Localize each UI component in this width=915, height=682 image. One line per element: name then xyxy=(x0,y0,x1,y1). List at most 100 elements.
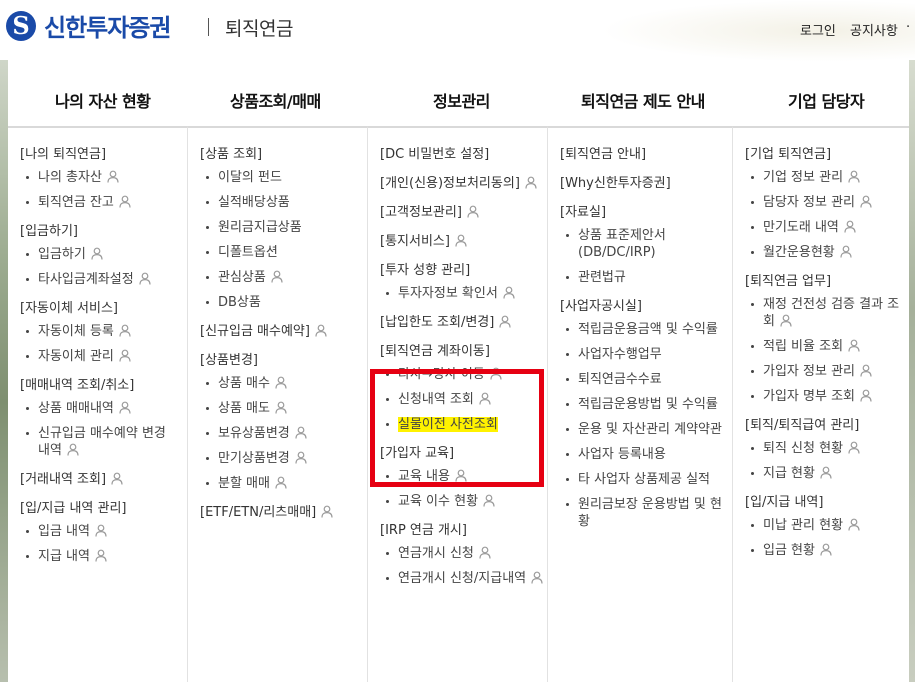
bullet-icon xyxy=(751,524,754,527)
menu-item[interactable]: 원리금지급상품 xyxy=(200,219,361,236)
menu-item[interactable]: 적립 비율 조회 xyxy=(745,338,903,355)
menu-item[interactable]: 담당자 정보 관리 xyxy=(745,194,903,211)
menu-item[interactable]: 입금 현황 xyxy=(745,542,903,559)
menu-item[interactable]: 재정 건전성 검증 결과 조회 xyxy=(745,296,903,330)
menu-section-title[interactable]: [투자 성향 관리] xyxy=(380,262,541,279)
menu-item[interactable]: 만기도래 내역 xyxy=(745,219,903,236)
menu-item[interactable]: 자동이체 등록 xyxy=(20,323,181,340)
bullet-icon xyxy=(26,330,29,333)
menu-section-title[interactable]: [고객정보관리] xyxy=(380,204,541,221)
menu-item[interactable]: 실적배당상품 xyxy=(200,194,361,211)
menu-section-title[interactable]: [IRP 연금 개시] xyxy=(380,522,541,539)
menu-item[interactable]: 보유상품변경 xyxy=(200,425,361,442)
menu-section-title[interactable]: [개인(신용)정보처리동의] xyxy=(380,175,541,192)
menu-item[interactable]: 적립금운용금액 및 수익률 xyxy=(560,321,726,338)
menu-section-title[interactable]: [입/지급 내역] xyxy=(745,494,903,511)
menu-item[interactable]: 만기상품변경 xyxy=(200,450,361,467)
menu-item[interactable]: 상품 매도 xyxy=(200,400,361,417)
menu-item[interactable]: 사업자수행업무 xyxy=(560,346,726,363)
menu-section-title[interactable]: [신규입금 매수예약] xyxy=(200,323,361,340)
menu-item[interactable]: 상품 매매내역 xyxy=(20,400,181,417)
menu-section-title[interactable]: [통지서비스] xyxy=(380,233,541,250)
menu-item[interactable]: 연금개시 신청 xyxy=(380,545,541,562)
menu-item[interactable]: 기업 정보 관리 xyxy=(745,169,903,186)
menu-item[interactable]: 퇴직연금수수료 xyxy=(560,371,726,388)
menu-section-title[interactable]: [상품변경] xyxy=(200,352,361,369)
gnb-products[interactable]: 상품조회/매매 xyxy=(230,88,321,112)
menu-section-title[interactable]: [Why신한투자증권] xyxy=(560,175,726,192)
person-icon xyxy=(119,195,131,208)
menu-section-title[interactable]: [기업 퇴직연금] xyxy=(745,146,903,163)
menu-item[interactable]: 타 사업자 상품제공 실적 xyxy=(560,471,726,488)
more-link[interactable]: · xyxy=(906,20,910,35)
main-navigation: 나의 자산 현황 상품조회/매매 정보관리 퇴직연금 제도 안내 기업 담당자 xyxy=(8,62,909,126)
menu-item[interactable]: 분할 매매 xyxy=(200,475,361,492)
menu-item-label: 나의 총자산 xyxy=(38,170,102,185)
login-link[interactable]: 로그인 xyxy=(800,20,836,39)
menu-section-title[interactable]: [퇴직연금 계좌이동] xyxy=(380,343,541,360)
menu-section-title[interactable]: [납입한도 조회/변경] xyxy=(380,314,541,331)
person-icon xyxy=(820,543,832,556)
menu-item-label: 적립 비율 조회 xyxy=(763,339,844,354)
menu-item-label: 지급 현황 xyxy=(763,466,815,481)
menu-section-title[interactable]: [입/지급 내역 관리] xyxy=(20,500,181,517)
menu-section-title[interactable]: [매매내역 조회/취소] xyxy=(20,377,181,394)
menu-section-title[interactable]: [사업자공시실] xyxy=(560,298,726,315)
menu-item[interactable]: 자동이체 관리 xyxy=(20,348,181,365)
menu-section-title[interactable]: [입금하기] xyxy=(20,223,181,240)
gnb-info-management[interactable]: 정보관리 xyxy=(433,88,490,112)
menu-item[interactable]: DB상품 xyxy=(200,294,361,311)
menu-section-title[interactable]: [상품 조회] xyxy=(200,146,361,163)
menu-item[interactable]: 사업자 등록내용 xyxy=(560,446,726,463)
section-title-text: [퇴직연금 계좌이동] xyxy=(380,344,490,359)
person-icon xyxy=(275,376,287,389)
menu-section-title[interactable]: [퇴직연금 안내] xyxy=(560,146,726,163)
menu-section-title[interactable]: [자동이체 서비스] xyxy=(20,300,181,317)
gnb-my-assets[interactable]: 나의 자산 현황 xyxy=(55,88,151,112)
section-title-text: [기업 퇴직연금] xyxy=(745,147,832,162)
menu-item[interactable]: 가입자 명부 조회 xyxy=(745,388,903,405)
menu-item[interactable]: 원리금보장 운용방법 및 현황 xyxy=(560,496,726,530)
menu-section-title[interactable]: [나의 퇴직연금] xyxy=(20,146,181,163)
menu-item[interactable]: 타사입금계좌설정 xyxy=(20,271,181,288)
menu-section-title[interactable]: [퇴직/퇴직급여 관리] xyxy=(745,417,903,434)
menu-item[interactable]: 나의 총자산 xyxy=(20,169,181,186)
menu-item[interactable]: 연금개시 신청/지급내역 xyxy=(380,570,543,587)
menu-item[interactable]: 입금하기 xyxy=(20,246,181,263)
menu-item[interactable]: 지급 현황 xyxy=(745,465,903,482)
menu-item[interactable]: 입금 내역 xyxy=(20,523,181,540)
menu-item[interactable]: 상품 표준제안서 (DB/DC/IRP) xyxy=(560,227,726,261)
menu-item[interactable]: 가입자 정보 관리 xyxy=(745,363,903,380)
person-icon xyxy=(499,315,511,328)
notice-link[interactable]: 공지사항 xyxy=(850,20,898,39)
menu-item[interactable]: 월간운용현황 xyxy=(745,244,903,261)
person-icon xyxy=(848,441,860,454)
service-title[interactable]: 퇴직연금 xyxy=(225,14,293,41)
menu-item[interactable]: 미납 관리 현황 xyxy=(745,517,903,534)
menu-section-title[interactable]: [DC 비밀번호 설정] xyxy=(380,146,541,163)
menu-item[interactable]: 퇴직연금 잔고 xyxy=(20,194,181,211)
menu-item[interactable]: 운용 및 자산관리 계약약관 xyxy=(560,421,726,438)
menu-section-title[interactable]: [ETF/ETN/리츠매매] xyxy=(200,504,361,521)
menu-item[interactable]: 투자자정보 확인서 xyxy=(380,285,541,302)
gnb-corporate[interactable]: 기업 담당자 xyxy=(788,88,865,112)
menu-item[interactable]: 디폴트옵션 xyxy=(200,244,361,261)
menu-item[interactable]: 퇴직 신청 현황 xyxy=(745,440,903,457)
menu-item[interactable]: 교육 이수 현황 xyxy=(380,493,541,510)
bullet-icon xyxy=(751,176,754,179)
menu-item[interactable]: 지급 내역 xyxy=(20,548,181,565)
menu-section-title[interactable]: [거래내역 조회] xyxy=(20,471,181,488)
bullet-icon xyxy=(751,251,754,254)
menu-item[interactable]: 신규입금 매수예약 변경 내역 xyxy=(20,425,181,459)
menu-item[interactable]: 적립금운용방법 및 수익률 xyxy=(560,396,726,413)
menu-section-title[interactable]: [자료실] xyxy=(560,204,726,221)
menu-item-label: 사업자수행업무 xyxy=(578,347,662,362)
menu-item[interactable]: 상품 매수 xyxy=(200,375,361,392)
menu-section-title[interactable]: [퇴직연금 업무] xyxy=(745,273,903,290)
menu-item[interactable]: 관심상품 xyxy=(200,269,361,286)
gnb-pension-guide[interactable]: 퇴직연금 제도 안내 xyxy=(581,88,705,112)
brand-logo[interactable]: S 신한투자증권 xyxy=(6,8,171,43)
menu-item[interactable]: 관련법규 xyxy=(560,269,726,286)
menu-item[interactable]: 이달의 펀드 xyxy=(200,169,361,186)
bullet-icon xyxy=(26,407,29,410)
